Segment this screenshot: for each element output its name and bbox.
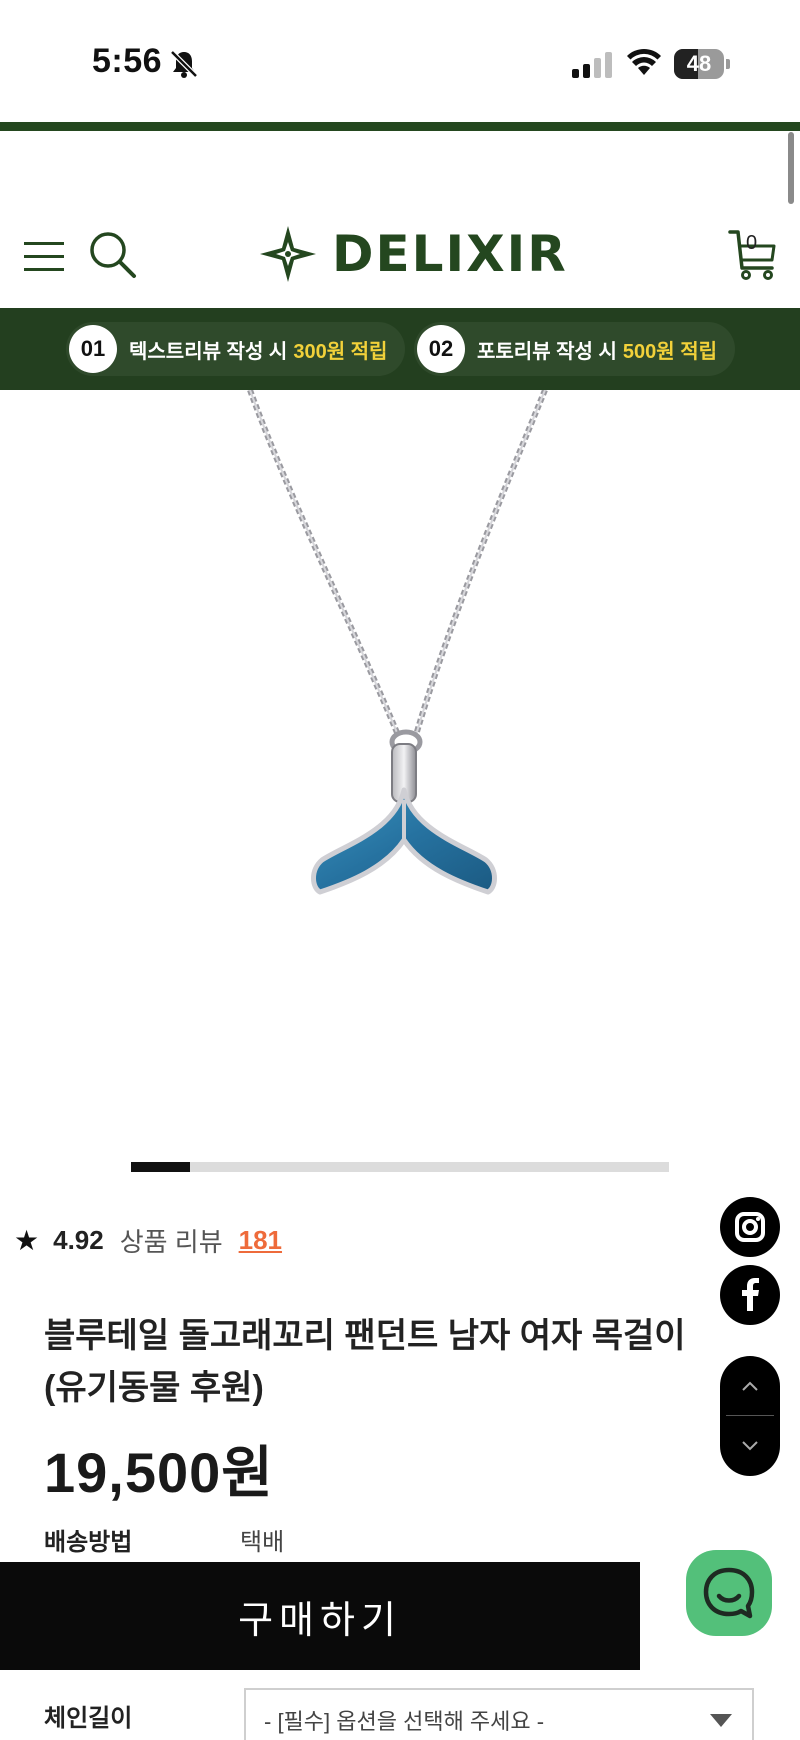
gallery-progress-fill — [131, 1162, 191, 1172]
instagram-button[interactable] — [720, 1197, 780, 1257]
top-divider — [0, 122, 800, 131]
status-time: 5:56 — [92, 42, 163, 80]
site-header: DELIXIR 0 — [0, 200, 800, 308]
wifi-icon — [627, 48, 661, 75]
logo-text: DELIXIR — [332, 225, 568, 283]
product-image[interactable] — [0, 388, 800, 1150]
cart-count: 0 — [746, 232, 758, 254]
facebook-icon — [742, 1278, 759, 1311]
rating-score: 4.92 — [53, 1224, 104, 1255]
buy-button[interactable]: 구매하기 — [0, 1562, 640, 1670]
promo-number: 02 — [417, 325, 465, 373]
battery-indicator: 48 — [674, 49, 730, 79]
chain-length-label: 체인길이 — [44, 1705, 133, 1732]
rating-row[interactable]: ★ 4.92 상품 리뷰 181 — [14, 1218, 282, 1262]
scrollbar[interactable] — [788, 132, 794, 204]
promo-text: 텍스트리뷰 작성 시 — [129, 340, 288, 363]
bell-slash-icon — [170, 50, 198, 78]
cart-button[interactable]: 0 — [728, 228, 778, 280]
review-promo-banner[interactable]: 01 텍스트리뷰 작성 시 300원 적립 02 포토리뷰 작성 시 500원 … — [0, 308, 800, 390]
chat-button[interactable] — [686, 1550, 772, 1636]
product-price: 19,500원 — [44, 1441, 274, 1504]
chevron-down-icon[interactable] — [720, 1416, 780, 1476]
promo-item-photo-review: 02 포토리뷰 작성 시 500원 적립 — [414, 322, 736, 376]
promo-text: 포토리뷰 작성 시 — [477, 340, 617, 363]
gallery-progress-bar — [131, 1162, 669, 1172]
promo-item-text-review: 01 텍스트리뷰 작성 시 300원 적립 — [66, 322, 406, 376]
scroll-controls — [720, 1356, 780, 1476]
instagram-icon — [735, 1212, 765, 1242]
logo-mark-icon — [260, 226, 316, 282]
battery-text: 48 — [686, 51, 712, 76]
promo-highlight: 500원 적립 — [622, 340, 718, 363]
caret-down-icon — [710, 1714, 732, 1727]
menu-icon[interactable] — [24, 240, 66, 274]
star-icon: ★ — [14, 1224, 40, 1256]
chain-length-placeholder: - [필수] 옵션을 선택해 주세요 - — [264, 1709, 545, 1734]
chat-icon — [703, 1567, 755, 1619]
shipping-label: 배송방법 — [44, 1529, 133, 1556]
chevron-up-icon[interactable] — [720, 1356, 780, 1416]
status-bar: 5:56 48 — [0, 0, 800, 122]
review-count-link[interactable]: 181 — [239, 1225, 282, 1256]
chain-length-select[interactable]: - [필수] 옵션을 선택해 주세요 - — [244, 1688, 754, 1740]
facebook-button[interactable] — [720, 1265, 780, 1325]
whale-tail-necklace-image — [247, 388, 548, 895]
promo-number: 01 — [69, 325, 117, 373]
signal-icon — [572, 52, 612, 78]
logo[interactable]: DELIXIR — [258, 222, 568, 286]
review-label: 상품 리뷰 — [119, 1226, 223, 1257]
product-title: 블루테일 돌고래꼬리 팬던트 남자 여자 목걸이 (유기동물 후원) — [44, 1317, 686, 1407]
search-icon[interactable] — [88, 230, 138, 280]
shipping-value: 택배 — [240, 1529, 285, 1556]
promo-highlight: 300원 적립 — [293, 340, 388, 363]
